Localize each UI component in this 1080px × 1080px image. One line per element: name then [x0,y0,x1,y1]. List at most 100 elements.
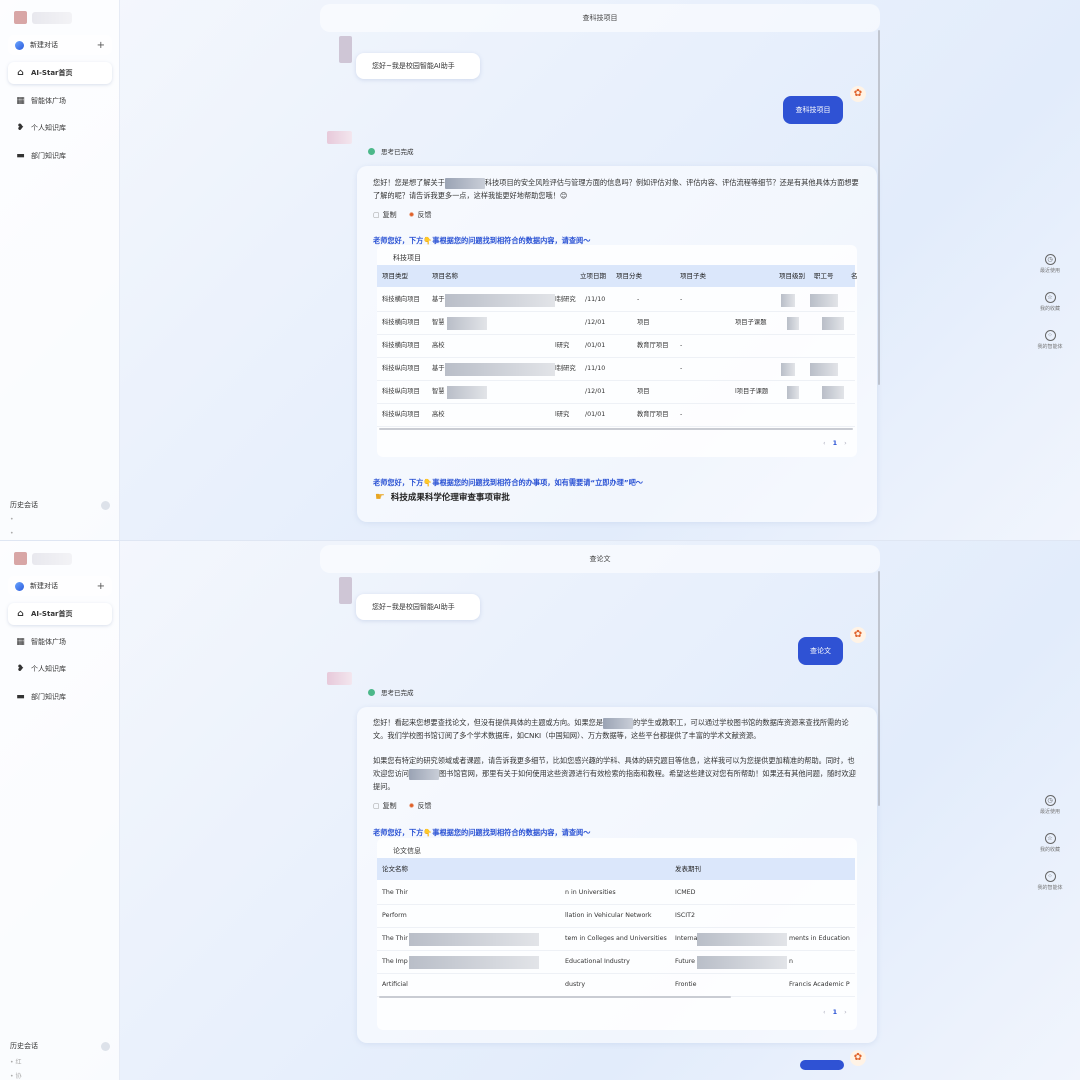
sidebar-item-dept-kb[interactable]: ▬ 部门知识库 [8,145,112,167]
sidebar-item-dept-kb[interactable]: ▬ 部门知识库 [8,686,112,708]
table-cell: /11/10 [585,296,606,303]
panel-papers: 新建对话 + ⌂ AI-Star首页 ▦ 智能体广场 ❥ 个人知识库 ▬ 部门知… [0,540,1080,1080]
thinking-label: 思考已完成 [381,689,414,697]
table-title: 科技项目 [393,254,421,262]
sidebar-item-label: 智能体广场 [31,638,66,646]
prev-page-icon[interactable]: ‹ [823,439,826,447]
column-header: 项目类型 [382,272,408,280]
brand-name-redacted [32,11,72,24]
greeting-bubble: 您好~我是校园智能AI助手 [356,594,480,620]
sidebar-item-agent-square[interactable]: ▦ 智能体广场 [8,631,112,653]
apps-icon: ⁘ [1044,330,1056,341]
rail-recent[interactable]: ◷ 最近使用 [1030,795,1070,815]
folder-icon: ▬ [16,691,25,702]
next-page-icon[interactable]: › [844,439,847,447]
plus-icon[interactable]: + [97,581,105,592]
history-label: 历史会话 [10,1042,38,1050]
user-avatar-icon: ✿ [850,86,866,102]
feedback-button[interactable]: ✹ 反馈 [409,801,432,811]
apps-icon: ⁘ [1044,871,1056,882]
table-cell: Artificial [382,981,408,988]
sidebar-item-personal-kb[interactable]: ❥ 个人知识库 [8,658,112,680]
page-current[interactable]: 1 [833,1008,838,1016]
history-item[interactable]: • 协 [10,1071,21,1080]
history-toggle-icon[interactable] [101,1041,110,1051]
sidebar-item-home[interactable]: ⌂ AI-Star首页 [8,603,112,625]
table-cell: /12/01 [585,388,606,395]
rail-my-agents[interactable]: ⁘ 我的智能体 [1030,871,1070,891]
table-cell: Interna [675,935,698,942]
sidebar-item-label: AI-Star首页 [31,69,73,77]
table-cell: Future [675,958,696,965]
new-chat-button[interactable]: 新建对话 + [8,576,112,596]
table-h-scrollbar[interactable] [379,428,853,430]
star-icon: ☆ [1044,292,1056,303]
table-cell: ICMED [675,889,696,896]
task-item[interactable]: ☛ 科技成果科学伦理审查事项审批 [375,490,510,503]
sidebar-item-label: 智能体广场 [31,97,66,105]
rail-label: 最近使用 [1039,809,1060,815]
table-cell: l研究 [555,411,570,418]
thinking-status[interactable]: 思考已完成 [368,687,414,697]
assistant-avatar-small [327,672,352,685]
page-current[interactable]: 1 [833,439,838,447]
table-cell: l制研究 [555,296,576,303]
table-cell: ISCIT2 [675,912,695,919]
feedback-button[interactable]: ✹ 反馈 [409,210,432,220]
brand-name-redacted [32,552,72,565]
table-h-scrollbar[interactable] [379,996,731,998]
history-item[interactable]: • [10,516,14,523]
table-row: Perform llation in Vehicular Network ISCIT… [377,905,855,928]
rail-label: 我的收藏 [1039,306,1060,312]
answer-text-part: 您好！看起来您想要查找论文，但没有提供具体的主题或方向。如果您是 [373,718,604,727]
column-header: 项目子类 [680,272,706,280]
table-cell: /01/01 [585,342,606,349]
redacted-cell [822,317,844,330]
copy-button[interactable]: ▢ 复制 [373,801,397,811]
rail-favorites[interactable]: ☆ 我的收藏 [1030,833,1070,853]
rail-my-agents[interactable]: ⁘ 我的智能体 [1030,330,1070,350]
sidebar: 新建对话 + ⌂ AI-Star首页 ▦ 智能体广场 ❥ 个人知识库 ▬ 部门知… [0,541,120,1080]
history-item[interactable]: • [10,530,14,537]
rail-recent[interactable]: ◷ 最近使用 [1030,254,1070,274]
sidebar-item-home[interactable]: ⌂ AI-Star首页 [8,62,112,84]
plus-icon[interactable]: + [97,40,105,51]
home-icon: ⌂ [17,608,24,619]
bulb-heart-icon: ❥ [16,122,25,133]
table-cell: /12/01 [585,319,606,326]
table-cell: /11/10 [585,365,606,372]
rail-favorites[interactable]: ☆ 我的收藏 [1030,292,1070,312]
chat-scrollbar[interactable] [878,30,880,385]
table-cell: - [680,365,683,372]
bulb-icon [368,147,375,155]
thinking-status[interactable]: 思考已完成 [368,146,414,156]
redacted-cell [447,386,487,399]
redacted-cell [787,386,799,399]
column-header: 项目分类 [616,272,642,280]
copy-button[interactable]: ▢ 复制 [373,210,397,220]
history-toggle-icon[interactable] [101,500,110,510]
history-item[interactable]: • 红 [10,1057,21,1066]
column-header: 论文名称 [382,865,408,873]
sidebar: 新建对话 + ⌂ AI-Star首页 ▦ 智能体广场 ❥ 个人知识库 ▬ 部门知… [0,0,120,540]
new-chat-button[interactable]: 新建对话 + [8,35,112,55]
table-cell: /01/01 [585,411,606,418]
redacted-cell [697,933,787,946]
rail-label: 我的智能体 [1037,885,1063,891]
task-hint: 老师您好，下方👇事根据您的问题找到相符合的办事项，如有需要请“立即办理”吧～ [373,478,643,487]
answer-text: 您好！您是想了解关于 科技项目的安全风险评估与管理方面的信息吗？例如评估对象、评估… [373,176,861,202]
panel-tech-projects: 新建对话 + ⌂ AI-Star首页 ▦ 智能体广场 ❥ 个人知识库 ▬ 部门知… [0,0,1080,540]
task-item-label: 科技成果科学伦理审查事项审批 [390,492,510,503]
history-label: 历史会话 [10,501,38,509]
sidebar-item-agent-square[interactable]: ▦ 智能体广场 [8,90,112,112]
table-cell: n [789,958,793,965]
chat-scrollbar[interactable] [878,571,880,806]
redacted-text [444,177,485,189]
table-cell: llation in Vehicular Network [565,912,652,919]
new-chat-label: 新建对话 [30,582,58,590]
table-row: 科技横向项目 高校 l研究/01/01 教育厅项目 - [377,335,855,358]
prev-page-icon[interactable]: ‹ [823,1008,826,1016]
next-page-icon[interactable]: › [844,1008,847,1016]
table-row: 科技横向项目 智慧/12/01 项目 项目子课题 [377,312,855,335]
sidebar-item-personal-kb[interactable]: ❥ 个人知识库 [8,117,112,139]
